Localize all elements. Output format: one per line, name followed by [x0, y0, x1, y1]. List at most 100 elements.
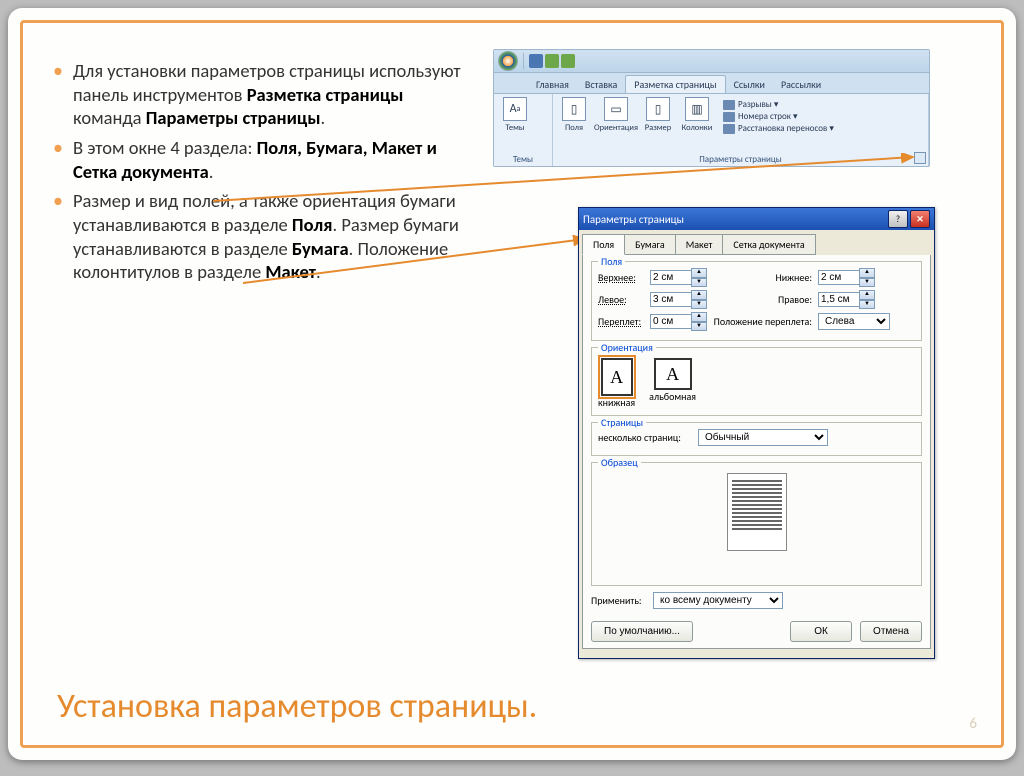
text-bold: Бумага: [292, 237, 349, 260]
group-label: Темы: [494, 154, 552, 165]
multi-pages-select[interactable]: Обычный: [698, 429, 828, 446]
text-bold: Макет: [265, 260, 316, 283]
bullet-1: Для установки параметров страницы исполь…: [53, 59, 468, 130]
dialog-title-text: Параметры страницы: [583, 213, 684, 226]
section-preview: Образец: [591, 462, 922, 586]
ribbon-tabs: Главная Вставка Разметка страницы Ссылки…: [494, 73, 929, 94]
dialog-launcher-icon[interactable]: [914, 152, 926, 164]
breaks-button[interactable]: Разрывы ▾: [723, 99, 834, 110]
help-button[interactable]: ?: [888, 210, 908, 228]
tab-insert[interactable]: Вставка: [577, 76, 625, 93]
label: Номера строк ▾: [738, 111, 797, 122]
quick-access-toolbar: [494, 50, 929, 73]
label: альбомная: [649, 390, 696, 403]
slide-title: Установка параметров страницы.: [57, 686, 537, 727]
legend: Страницы: [598, 416, 646, 429]
size-icon: ▯: [646, 97, 670, 121]
label: книжная: [598, 396, 635, 409]
text: .: [320, 106, 325, 129]
dialog-buttons: По умолчанию... ОК Отмена: [591, 621, 922, 642]
hyphenation-button[interactable]: Расстановка переносов ▾: [723, 123, 834, 134]
tab-grid[interactable]: Сетка документа: [722, 234, 815, 255]
tab-home[interactable]: Главная: [528, 76, 577, 93]
section-orientation: Ориентация A книжная A альбомная: [591, 347, 922, 416]
apply-to-select[interactable]: ко всему документу: [653, 592, 783, 609]
label: Разрывы ▾: [738, 99, 778, 110]
tab-mailings[interactable]: Рассылки: [773, 76, 829, 93]
orientation-button[interactable]: ▭ Ориентация: [593, 97, 639, 149]
bullet-list: Для установки параметров страницы исполь…: [53, 59, 468, 290]
margins-button[interactable]: ▯Поля: [557, 97, 591, 149]
ribbon-group-themes: Aa Темы Темы: [494, 94, 553, 166]
dialog-titlebar: Параметры страницы ? ✕: [579, 208, 934, 230]
label: Поля: [565, 123, 583, 133]
label-gutter-pos: Положение переплета:: [707, 315, 818, 328]
label: Ориентация: [594, 123, 638, 133]
page-number: 6: [969, 715, 977, 733]
label-left: Левое:: [598, 293, 650, 306]
office-button-icon[interactable]: [498, 51, 518, 71]
cancel-button[interactable]: Отмена: [860, 621, 922, 642]
right-margin-input[interactable]: ▲▼: [818, 290, 875, 309]
landscape-icon: A: [654, 358, 692, 390]
legend: Ориентация: [598, 341, 656, 354]
text-bold: Разметка страницы: [247, 83, 404, 106]
ribbon-screenshot: Главная Вставка Разметка страницы Ссылки…: [493, 49, 930, 167]
close-button[interactable]: ✕: [910, 210, 930, 228]
tab-fields[interactable]: Поля: [582, 234, 625, 255]
hyphenation-icon: [723, 124, 735, 134]
label-apply-to: Применить:: [591, 594, 653, 607]
dialog-panel: Поля Верхнее: ▲▼ Нижнее: ▲▼ Левое: ▲▼ Пр…: [582, 255, 931, 649]
text: .: [209, 160, 214, 183]
page-preview: [727, 473, 787, 551]
tab-page-layout[interactable]: Разметка страницы: [625, 75, 725, 93]
text-bold: Поля: [292, 213, 333, 236]
tab-layout[interactable]: Макет: [675, 234, 724, 255]
ribbon-group-page-setup: ▯Поля ▭ Ориентация ▯ Размер ▥ Колонки Разры…: [553, 94, 929, 166]
themes-button[interactable]: Aa Темы: [498, 97, 532, 149]
portrait-icon: A: [601, 358, 633, 396]
bottom-margin-input[interactable]: ▲▼: [818, 268, 875, 287]
breaks-icon: [723, 100, 735, 110]
legend: Поля: [598, 255, 625, 268]
themes-icon: Aa: [503, 97, 527, 121]
legend: Образец: [598, 456, 641, 469]
redo-icon[interactable]: [561, 54, 575, 68]
gutter-input[interactable]: ▲▼: [650, 312, 707, 331]
tab-paper[interactable]: Бумага: [624, 234, 676, 255]
label-multi-pages: несколько страниц:: [598, 431, 698, 444]
label-gutter: Переплет:: [598, 315, 650, 328]
orientation-icon: ▭: [604, 97, 628, 121]
line-numbers-button[interactable]: Номера строк ▾: [723, 111, 834, 122]
section-pages: Страницы несколько страниц: Обычный: [591, 422, 922, 456]
orientation-landscape[interactable]: A альбомная: [649, 358, 696, 409]
columns-icon: ▥: [685, 97, 709, 121]
dialog-tabs: Поля Бумага Макет Сетка документа: [579, 233, 934, 255]
bullet-3: Размер и вид полей, а также ориентация б…: [53, 189, 468, 284]
text: .: [316, 260, 321, 283]
label: Размер: [645, 123, 672, 133]
section-margins: Поля Верхнее: ▲▼ Нижнее: ▲▼ Левое: ▲▼ Пр…: [591, 261, 922, 341]
slide-frame: Для установки параметров страницы исполь…: [8, 8, 1016, 760]
label-bottom: Нижнее:: [707, 271, 818, 284]
gutter-pos-select[interactable]: Слева: [818, 313, 890, 330]
default-button[interactable]: По умолчанию...: [591, 621, 693, 642]
label-right: Правое:: [707, 293, 818, 306]
size-button[interactable]: ▯ Размер: [641, 97, 675, 149]
tab-references[interactable]: Ссылки: [726, 76, 773, 93]
top-margin-input[interactable]: ▲▼: [650, 268, 707, 287]
line-numbers-icon: [723, 112, 735, 122]
label: Темы: [506, 123, 525, 133]
slide-inner: Для установки параметров страницы исполь…: [20, 20, 1004, 748]
columns-button[interactable]: ▥ Колонки: [677, 97, 717, 149]
left-margin-input[interactable]: ▲▼: [650, 290, 707, 309]
save-icon[interactable]: [529, 54, 543, 68]
label-top: Верхнее:: [598, 271, 650, 284]
ok-button[interactable]: ОК: [790, 621, 852, 642]
undo-icon[interactable]: [545, 54, 559, 68]
bullet-2: В этом окне 4 раздела: Поля, Бумага, Мак…: [53, 136, 468, 183]
orientation-portrait[interactable]: A книжная: [598, 358, 635, 409]
label: Колонки: [682, 123, 713, 133]
label: Расстановка переносов ▾: [738, 123, 834, 134]
group-label: Параметры страницы: [553, 154, 928, 165]
